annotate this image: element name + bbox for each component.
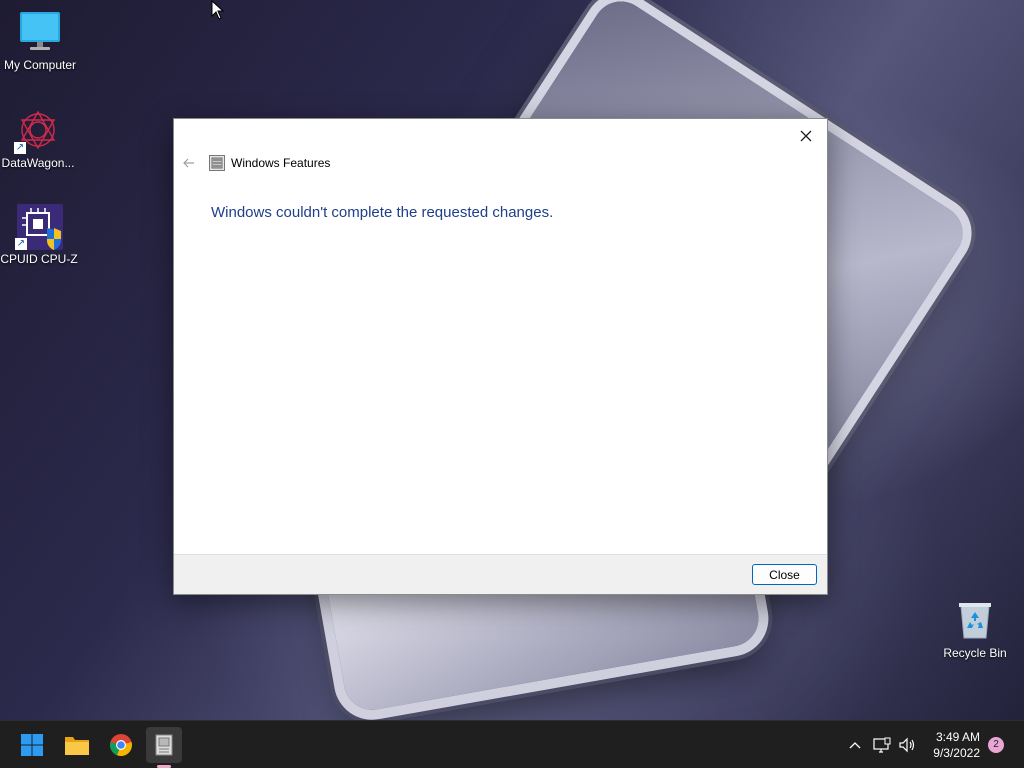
chrome-icon [110,734,132,757]
desktop-icon-label: Recycle Bin [943,646,1007,660]
back-arrow-icon[interactable] [182,156,196,170]
taskbar-clock[interactable]: 3:49 AM 9/3/2022 [933,729,980,761]
datawagon-icon: ↗ [14,108,60,154]
desktop-icon-label: DataWagon... [1,156,75,170]
recycle-bin-icon [953,598,997,642]
file-explorer-button[interactable] [59,727,95,763]
windows-features-icon [209,155,225,171]
close-icon[interactable] [791,123,821,149]
taskbar: 3:49 AM 9/3/2022 2 [0,720,1024,768]
windows-features-taskbar-button[interactable] [146,727,182,763]
show-hidden-icons-chevron-icon[interactable] [845,735,865,755]
monitor-icon [18,10,62,54]
desktop-icon-my-computer[interactable]: My Computer [0,10,80,72]
windows-features-icon [155,734,173,756]
dialog-footer: Close [174,554,827,594]
desktop-icon-recycle-bin[interactable]: Recycle Bin [935,598,1015,660]
close-button[interactable]: Close [752,564,817,585]
notification-badge[interactable]: 2 [988,737,1004,753]
folder-icon [65,737,89,755]
chrome-button[interactable] [103,727,139,763]
desktop-icon-datawagon[interactable]: ↗ DataWagon... [0,108,78,170]
clock-time: 3:49 AM [935,730,980,744]
mouse-cursor-icon [211,0,225,25]
shortcut-arrow-icon: ↗ [15,238,27,250]
error-message: Windows couldn't complete the requested … [211,204,554,221]
start-button[interactable] [14,727,50,763]
clock-date: 9/3/2022 [933,746,980,760]
dialog-title: Windows Features [231,156,331,170]
windows-features-dialog: Windows Features Windows couldn't comple… [173,118,828,595]
cpuz-icon: ↗ [15,204,63,250]
desktop-icon-cpuz[interactable]: ↗ CPUID CPU-Z [0,204,79,266]
desktop-icon-label: My Computer [3,58,77,72]
dialog-header: Windows Features [182,155,330,171]
desktop-icon-label: CPUID CPU-Z [0,252,78,266]
volume-icon[interactable] [897,735,917,755]
shortcut-arrow-icon: ↗ [14,142,26,154]
network-icon[interactable] [872,735,892,755]
windows-logo-icon [21,734,43,756]
